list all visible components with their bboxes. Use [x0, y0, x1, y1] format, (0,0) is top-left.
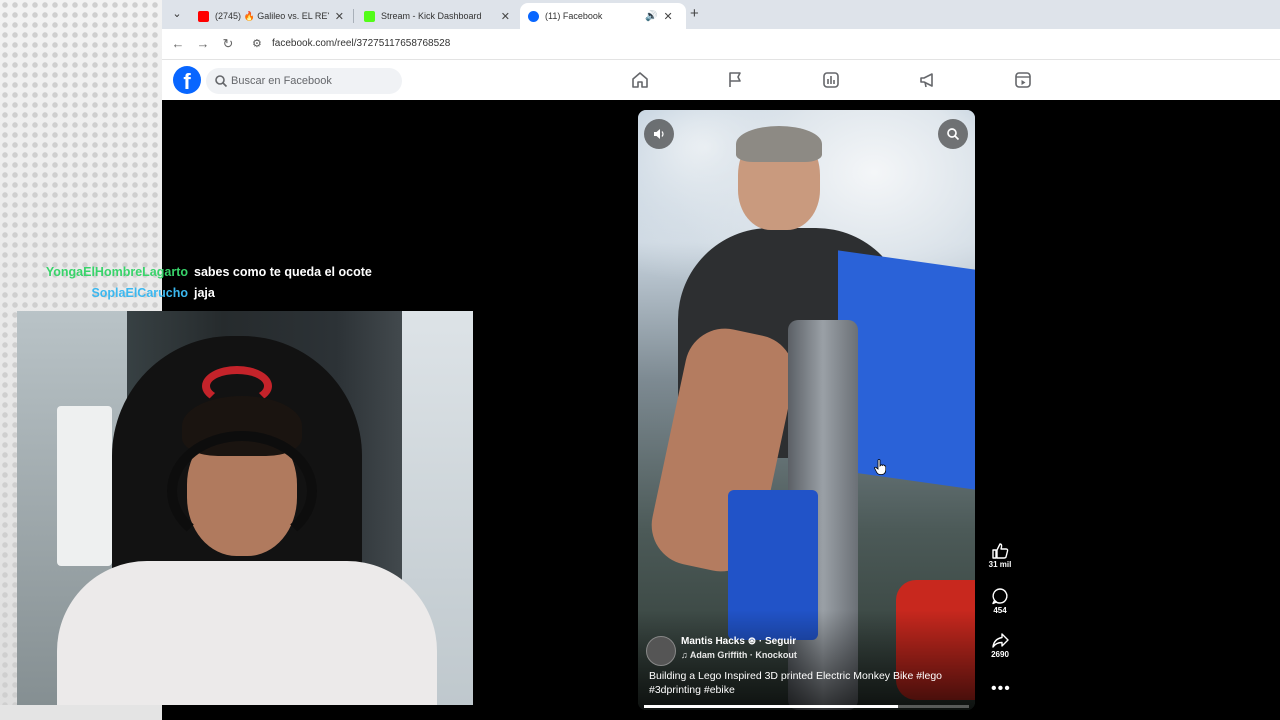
thumbs-up-icon — [992, 543, 1009, 559]
chat-text: jaja — [194, 286, 215, 300]
search-icon — [215, 75, 228, 88]
share-count: 2690 — [991, 650, 1009, 659]
webcam-streamer-shirt — [57, 561, 437, 705]
tab-label: Stream - Kick Dashboard — [381, 11, 482, 21]
speaker-icon[interactable]: 🔊 — [645, 11, 657, 22]
tab-facebook[interactable]: (11) Facebook 🔊 ✕ — [520, 3, 686, 29]
tab-bar: ⌄ (2745) 🔥 Galileo vs. EL REY PE ✕ Strea… — [162, 0, 1280, 29]
like-button[interactable]: 31 mil — [982, 542, 1018, 569]
stream-bottom-strip — [0, 705, 162, 720]
flag-icon[interactable] — [725, 70, 745, 90]
facebook-header: f — [162, 60, 1280, 100]
facebook-logo[interactable]: f — [173, 66, 201, 94]
chat-message: SoplaElCarucho jaja — [0, 286, 460, 306]
facebook-icon — [528, 10, 539, 22]
search-icon — [947, 128, 960, 141]
home-icon[interactable] — [630, 70, 650, 90]
reels-icon[interactable] — [1013, 70, 1033, 90]
more-options-icon[interactable]: ••• — [991, 680, 1011, 698]
comment-icon — [992, 588, 1008, 605]
reel-video[interactable]: Mantis Hacks ⊛ · Seguir ♫ Adam Griffith … — [638, 110, 975, 710]
chat-username: SoplaElCarucho — [91, 286, 188, 300]
reload-icon[interactable]: ↻ — [219, 35, 237, 53]
chart-icon[interactable] — [821, 70, 841, 90]
tab-label: (2745) 🔥 Galileo vs. EL REY PE — [215, 10, 329, 21]
tab-youtube[interactable]: (2745) 🔥 Galileo vs. EL REY PE ✕ — [190, 3, 352, 29]
tab-search-chevron-icon[interactable]: ⌄ — [168, 5, 186, 23]
reel-author-line: Mantis Hacks ⊛ · Seguir — [681, 636, 796, 647]
url-text[interactable]: facebook.com/reel/37275117658768528 — [272, 38, 450, 49]
reel-caption: Building a Lego Inspired 3D printed Elec… — [649, 670, 943, 696]
chat-text: sabes como te queda el ocote — [194, 265, 372, 279]
search-input[interactable] — [231, 68, 396, 94]
youtube-icon — [198, 10, 209, 22]
new-tab-button[interactable]: + — [690, 5, 699, 23]
hand-cursor-icon — [874, 459, 886, 475]
speaker-icon — [654, 129, 664, 139]
verified-icon: ⊛ — [747, 636, 757, 647]
webcam-headset — [167, 431, 317, 551]
video-blue-frame — [838, 250, 975, 490]
share-button[interactable]: 2690 — [982, 632, 1018, 659]
chat-message: YongaElHombreLagarto sabes como te queda… — [0, 265, 460, 285]
webcam-feed — [17, 311, 473, 705]
video-rider-hair — [736, 126, 822, 162]
reel-search-button[interactable] — [938, 119, 968, 149]
webcam-air-conditioner — [57, 406, 112, 566]
site-info-icon[interactable]: ⚙ — [252, 37, 262, 50]
close-icon[interactable]: ✕ — [663, 10, 672, 23]
close-icon[interactable]: ✕ — [335, 10, 344, 23]
tab-kick[interactable]: Stream - Kick Dashboard ✕ — [356, 3, 518, 29]
chat-username: YongaElHombreLagarto — [45, 265, 188, 279]
facebook-search[interactable] — [206, 68, 402, 94]
comment-button[interactable]: 454 — [982, 587, 1018, 615]
reel-progress-fill — [644, 705, 898, 708]
author-avatar[interactable] — [646, 636, 676, 666]
kick-icon — [364, 10, 375, 22]
reel-progress-bar[interactable] — [644, 705, 969, 708]
megaphone-icon[interactable] — [918, 70, 938, 90]
mute-button[interactable] — [644, 119, 674, 149]
follow-button[interactable]: · Seguir — [759, 636, 796, 647]
like-count: 31 mil — [988, 560, 1012, 569]
close-icon[interactable]: ✕ — [501, 10, 510, 23]
forward-icon[interactable]: → — [194, 35, 212, 53]
author-name[interactable]: Mantis Hacks — [681, 636, 745, 647]
tab-label: (11) Facebook — [545, 11, 603, 21]
tab-separator — [353, 9, 354, 23]
address-bar: ← → ↻ ⚙ facebook.com/reel/37275117658768… — [162, 29, 1280, 60]
share-icon — [992, 633, 1009, 648]
music-credit[interactable]: ♫ Adam Griffith · Knockout — [681, 650, 797, 660]
back-icon[interactable]: ← — [169, 35, 187, 53]
comment-count: 454 — [993, 606, 1007, 615]
